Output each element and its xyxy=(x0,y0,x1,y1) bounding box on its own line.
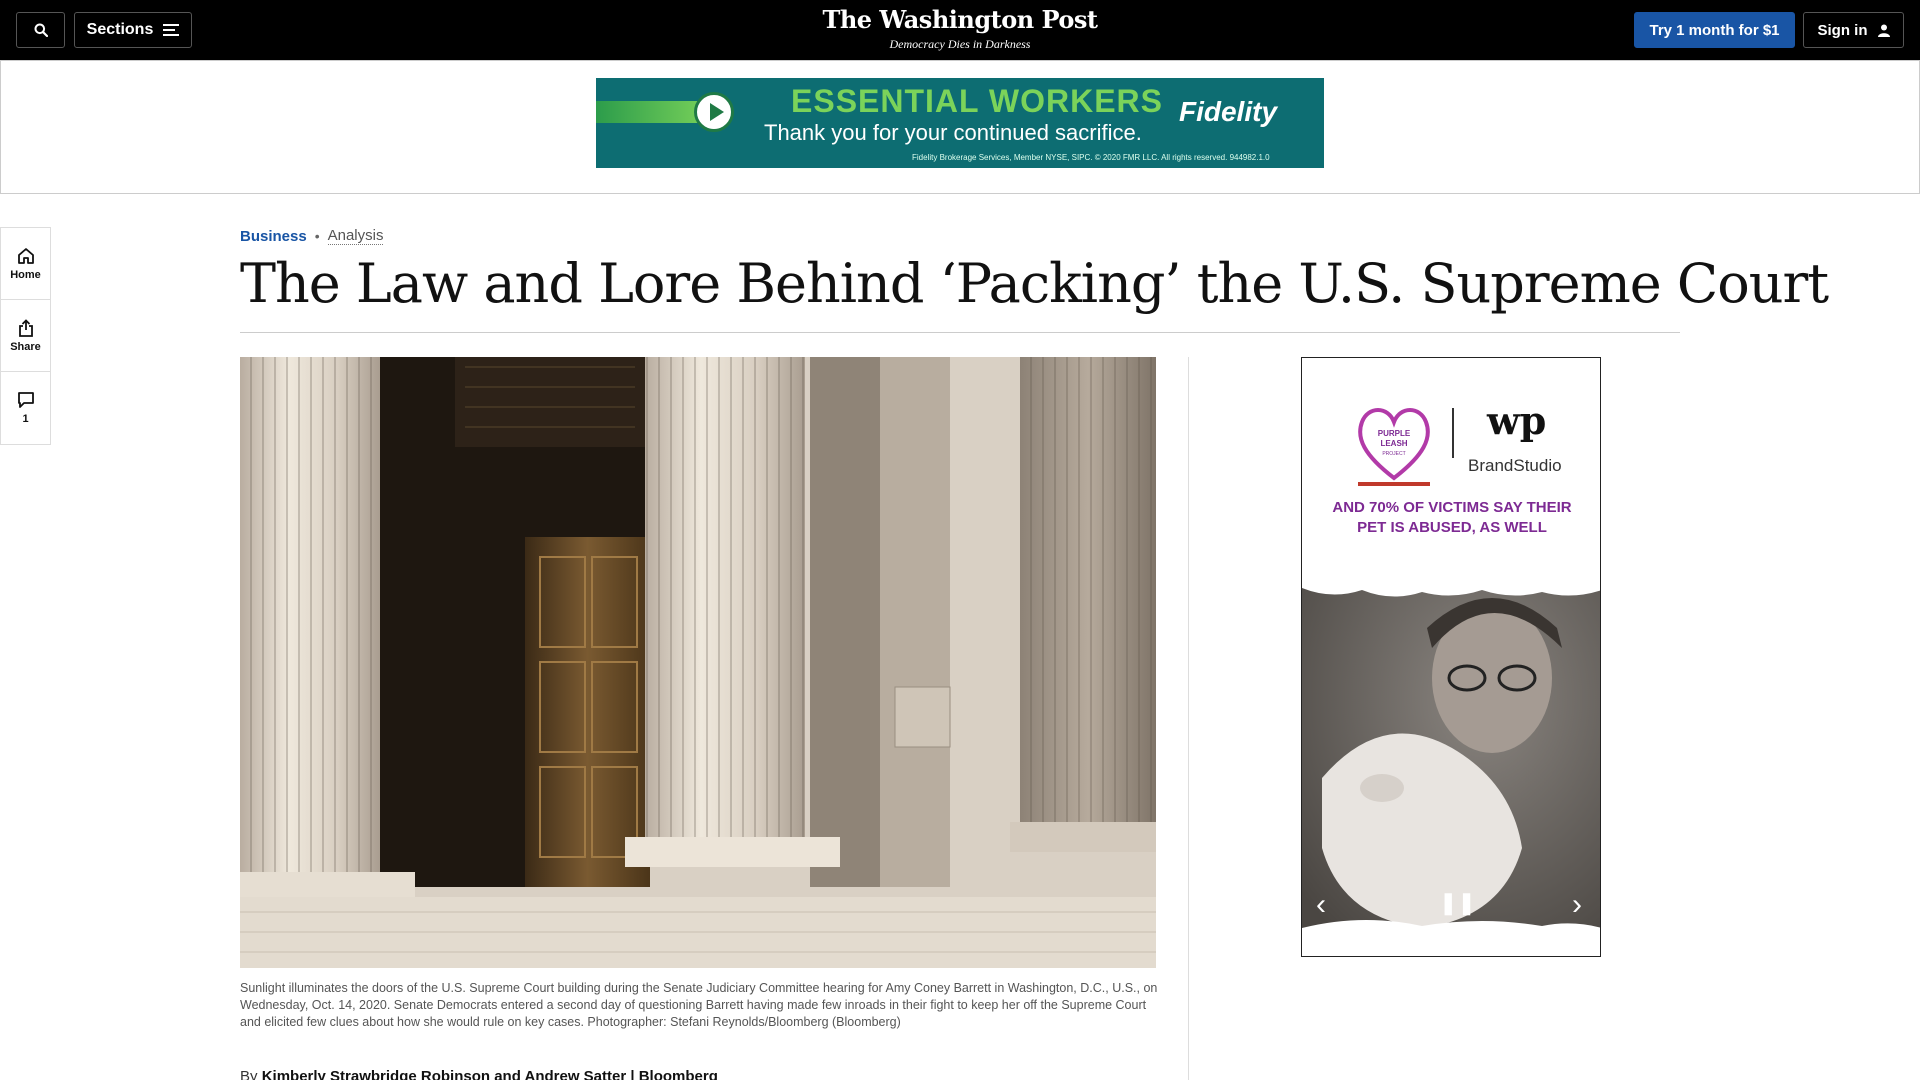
wp-logo: wp xyxy=(1487,398,1547,443)
byline-authors[interactable]: Kimberly Strawbridge Robinson and Andrew… xyxy=(262,1068,718,1080)
article-headline: The Law and Lore Behind ‘Packing’ the U.… xyxy=(240,252,1829,315)
share-icon xyxy=(18,318,33,337)
home-button[interactable]: Home xyxy=(1,228,50,300)
top-navigation-bar: Sections The Washington Post Democracy D… xyxy=(0,0,1920,60)
fidelity-logo: Fidelity xyxy=(1179,96,1278,127)
column-divider xyxy=(1188,357,1189,1080)
svg-text:PURPLE: PURPLE xyxy=(1378,429,1411,438)
share-button[interactable]: Share xyxy=(1,300,50,372)
subscribe-button[interactable]: Try 1 month for $1 xyxy=(1634,12,1795,48)
supreme-court-doors-photo xyxy=(240,357,1156,968)
lead-image[interactable] xyxy=(240,357,1156,968)
hamburger-icon xyxy=(163,24,180,36)
kicker-separator: • xyxy=(314,228,320,244)
comment-icon xyxy=(17,392,34,408)
ad-pause-icon[interactable]: ❚❚ xyxy=(1439,890,1476,916)
image-caption: Sunlight illuminates the doors of the U.… xyxy=(240,981,1158,1029)
share-label: Share xyxy=(10,340,41,353)
masthead-tagline: Democracy Dies in Darkness xyxy=(889,37,1031,51)
ad-logo-divider xyxy=(1452,408,1454,458)
sections-menu-button[interactable]: Sections xyxy=(74,12,192,48)
brandstudio-label: BrandStudio xyxy=(1468,456,1562,475)
brandstudio-side-ad[interactable]: PURPLE LEASH PROJECT wp BrandStudio AND … xyxy=(1301,357,1601,957)
ad-prev-arrow-icon[interactable]: ‹ xyxy=(1316,888,1326,922)
home-label: Home xyxy=(10,268,41,281)
home-icon xyxy=(17,247,34,264)
washington-post-logo[interactable]: The Washington Post xyxy=(760,6,1160,34)
side-ad-header: PURPLE LEASH PROJECT wp BrandStudio AND … xyxy=(1302,358,1600,588)
purple-leash-heart-icon: PURPLE LEASH PROJECT xyxy=(1358,408,1430,486)
ad-subline: Thank you for your continued sacrifice. xyxy=(764,120,1142,145)
comments-count: 1 xyxy=(22,413,29,425)
sign-in-label: Sign in xyxy=(1817,21,1868,39)
article-kicker: Business • Analysis xyxy=(240,227,384,245)
byline: By Kimberly Strawbridge Robinson and And… xyxy=(240,1068,718,1080)
comments-button[interactable]: 1 xyxy=(1,372,50,444)
ad-message: AND 70% OF VICTIMS SAY THEIR PET IS ABUS… xyxy=(1332,499,1572,536)
analysis-label[interactable]: Analysis xyxy=(327,227,384,245)
svg-text:PROJECT: PROJECT xyxy=(1382,451,1405,457)
ad-headline: ESSENTIAL WORKERS xyxy=(791,83,1163,119)
sign-in-button[interactable]: Sign in xyxy=(1803,12,1904,48)
byline-prefix: By xyxy=(240,1068,258,1080)
search-button[interactable] xyxy=(16,12,65,48)
headline-divider xyxy=(240,332,1680,333)
section-link[interactable]: Business xyxy=(240,228,307,245)
play-arrow-icon xyxy=(694,92,734,132)
user-icon xyxy=(1877,24,1890,37)
svg-text:LEASH: LEASH xyxy=(1380,439,1407,448)
ad-fine-print: Fidelity Brokerage Services, Member NYSE… xyxy=(912,153,1270,162)
left-action-rail: Home Share 1 xyxy=(0,227,51,445)
search-icon xyxy=(34,23,48,37)
ad-next-arrow-icon[interactable]: › xyxy=(1572,888,1582,922)
fidelity-banner-ad[interactable]: ESSENTIAL WORKERS Thank you for your con… xyxy=(596,78,1324,168)
sections-label: Sections xyxy=(86,21,154,38)
masthead[interactable]: The Washington Post Democracy Dies in Da… xyxy=(760,6,1160,52)
